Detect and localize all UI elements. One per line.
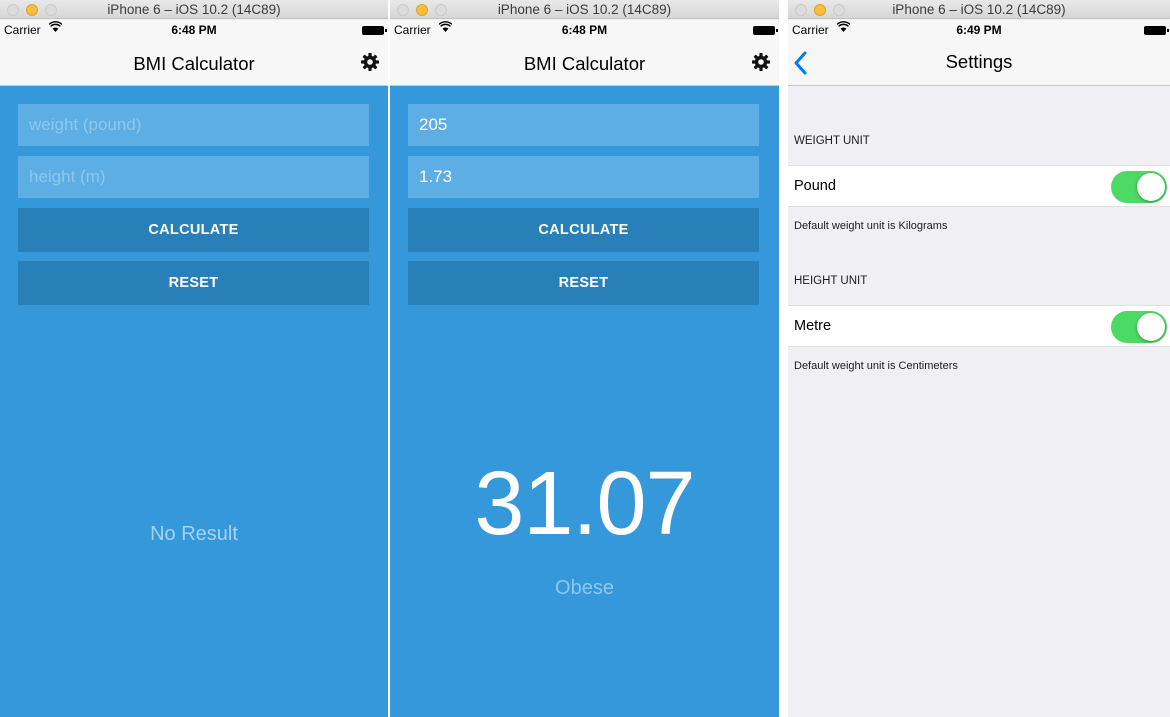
settings-content: WEIGHT UNIT Pound Default weight unit is… [788,86,1170,717]
calculator-content: CALCULATE RESET 31.07 Obese [390,86,779,717]
status-time: 6:48 PM [561,23,608,37]
window-titlebar: iPhone 6 – iOS 10.2 (14C89) [390,0,779,19]
height-unit-footer: Default weight unit is Centimeters [794,360,958,372]
simulator-window-1: iPhone 6 – iOS 10.2 (14C89) Carrier 6:48… [0,0,388,717]
reset-button[interactable]: RESET [408,261,759,305]
reset-button[interactable]: RESET [18,261,369,305]
simulator-window-3: iPhone 6 – iOS 10.2 (14C89) Carrier 6:49… [788,0,1170,717]
window-titlebar: iPhone 6 – iOS 10.2 (14C89) [788,0,1170,19]
height-unit-label: Metre [794,318,832,334]
window-titlebar: iPhone 6 – iOS 10.2 (14C89) [0,0,388,19]
status-time: 6:49 PM [956,23,1002,37]
bmi-value: 31.07 [474,454,695,554]
status-bar: Carrier 6:48 PM [0,20,388,41]
status-bar: Carrier 6:48 PM [390,20,779,41]
simulator-window-2: iPhone 6 – iOS 10.2 (14C89) Carrier 6:48… [390,0,779,717]
battery-icon [1144,26,1169,35]
weight-unit-toggle[interactable] [1111,171,1167,203]
navigation-bar: BMI Calculator [390,41,779,86]
battery-icon [753,26,778,35]
page-title: Settings [945,51,1013,72]
window-title: iPhone 6 – iOS 10.2 (14C89) [892,2,1066,17]
result-placeholder: No Result [150,523,238,545]
calculate-button[interactable]: CALCULATE [18,208,369,252]
navigation-bar: Settings [788,41,1170,86]
status-bar: Carrier 6:49 PM [788,20,1170,41]
weight-unit-header: WEIGHT UNIT [794,135,870,147]
battery-icon [362,26,387,35]
weight-input[interactable] [408,104,759,146]
status-time: 6:48 PM [171,23,217,37]
toggle-knob [1137,173,1165,201]
height-input[interactable] [18,156,369,198]
height-unit-row: Metre [788,305,1170,347]
weight-unit-footer: Default weight unit is Kilograms [794,220,948,232]
weight-unit-row: Pound [788,165,1170,207]
height-input[interactable] [408,156,759,198]
weight-unit-label: Pound [794,178,836,194]
page-title: BMI Calculator [523,53,646,74]
window-title: iPhone 6 – iOS 10.2 (14C89) [107,2,281,17]
bmi-category: Obese [555,577,614,599]
navigation-bar: BMI Calculator [0,41,388,86]
height-unit-header: HEIGHT UNIT [794,275,868,287]
window-title: iPhone 6 – iOS 10.2 (14C89) [497,2,672,17]
gear-icon[interactable] [360,52,380,72]
toggle-knob [1137,313,1165,341]
calculate-button[interactable]: CALCULATE [408,208,759,252]
height-unit-toggle[interactable] [1111,311,1167,343]
gear-icon[interactable] [751,52,771,72]
page-title: BMI Calculator [133,53,255,74]
weight-input[interactable] [18,104,369,146]
calculator-content: CALCULATE RESET No Result [0,86,388,717]
